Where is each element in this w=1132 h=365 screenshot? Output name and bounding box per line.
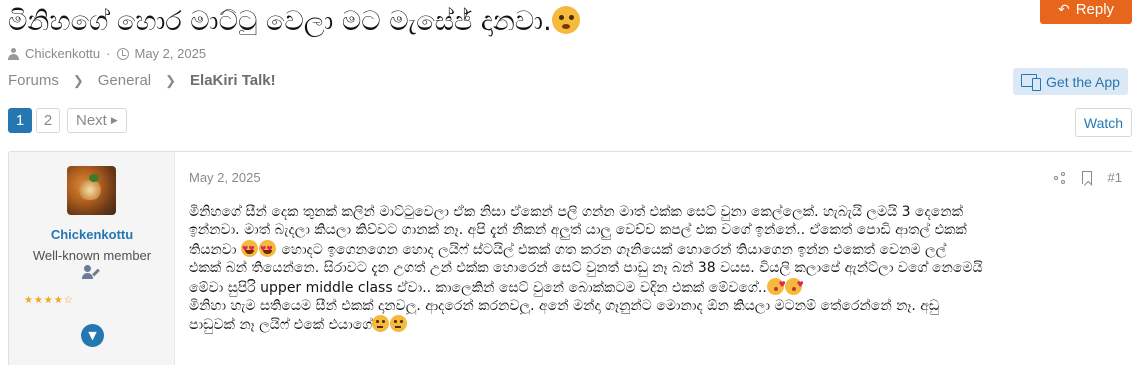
reply-icon: ↶ <box>1057 0 1070 17</box>
page-1-button[interactable]: 1 <box>8 108 32 133</box>
thread-title: මිනිහගේ හොර මාට්ටු වෙලා මට මැසේජ් දානවා. <box>8 2 580 42</box>
thread-author[interactable]: Chickenkottu <box>25 46 100 61</box>
thinking-emoji-icon <box>390 315 408 333</box>
pagination: 1 2 Next ▶ <box>8 108 127 133</box>
watch-button[interactable]: Watch <box>1075 108 1132 137</box>
post-username[interactable]: Chickenkottu <box>9 227 175 242</box>
devices-icon <box>1021 73 1042 91</box>
post-body: මිනිහගේ සීන් දෙක තුනක් කලින් මාට්ටුවෙලා … <box>189 204 1124 335</box>
thread-title-text: මිනිහගේ හොර මාට්ටු වෙලා මට මැසේජ් දානවා. <box>8 6 552 37</box>
breadcrumb: Forums ❯ General ❯ ElaKiri Talk! <box>8 72 276 89</box>
post-body-text: පාඩුවක් නෑ ලයිෆ් එකේ එයාගේ <box>189 317 373 334</box>
thinking-emoji-icon <box>372 315 390 333</box>
kiss-emoji-icon <box>766 277 786 295</box>
caret-right-icon: ▶ <box>110 115 118 125</box>
chevron-right-icon: ❯ <box>165 72 177 88</box>
post-body-text: හොදට ඉගෙනගෙන හොද ලයිෆ් ස්ටයිල් එකක් ගත ක… <box>281 241 947 258</box>
clock-icon <box>116 47 129 60</box>
get-app-button[interactable]: Get the App <box>1013 68 1128 95</box>
post-body-line: එකක් බන් තියෙන්නෙ. සිරාවට දැන උගත් උන් එ… <box>189 259 983 276</box>
post-number[interactable]: #1 <box>1108 170 1122 185</box>
expand-user-info-button[interactable]: ▼ <box>81 324 104 347</box>
avatar[interactable] <box>67 166 116 215</box>
meta-separator: · <box>106 46 111 61</box>
post-body-text: මේවා සුපිරි upper middle class ඒවා.. කාල… <box>189 279 767 296</box>
kiss-emoji-icon <box>784 277 804 295</box>
next-page-label: Next <box>76 112 107 129</box>
breadcrumb-general[interactable]: General <box>98 72 151 89</box>
get-app-label: Get the App <box>1046 73 1120 90</box>
page-2-button[interactable]: 2 <box>36 108 60 133</box>
post: Chickenkottu Well-known member ★★★★☆ ▼ M… <box>8 151 1132 365</box>
post-body-line-wrap: තියනවා හොදට ඉගෙනගෙන හොද ලයිෆ් ස්ටයිල් එක… <box>189 239 1124 260</box>
post-body-text: තියනවා <box>189 241 237 258</box>
post-body-line-wrap: පාඩුවක් නෑ ලයිෆ් එකේ එයාගේ <box>189 315 1124 335</box>
breadcrumb-elakiri-talk[interactable]: ElaKiri Talk! <box>190 72 276 89</box>
reply-button-label: Reply <box>1075 0 1115 18</box>
post-body-line-wrap: මේවා සුපිරි upper middle class ඒවා.. කාල… <box>189 277 1124 298</box>
bookmark-icon[interactable] <box>1081 171 1092 184</box>
chevron-down-icon: ▼ <box>88 329 97 342</box>
post-body-line: මිනිහගේ සීන් දෙක තුනක් කලින් මාට්ටුවෙලා … <box>189 204 964 220</box>
post-body-line: ඉන්නවා. මාත් බැදලා කියලා කිව්වට ගානක් නෑ… <box>189 221 967 238</box>
thread-date[interactable]: May 2, 2025 <box>135 46 207 61</box>
reply-button[interactable]: ↶ Reply <box>1040 0 1132 24</box>
user-title: Well-known member <box>32 248 152 263</box>
post-date[interactable]: May 2, 2025 <box>189 170 261 185</box>
user-rating-stars: ★★★★☆ <box>24 295 74 306</box>
thread-meta: Chickenkottu · May 2, 2025 <box>8 46 206 61</box>
chevron-right-icon: ❯ <box>72 72 84 88</box>
heart-eyes-emoji-icon <box>258 239 276 259</box>
share-icon[interactable] <box>1053 171 1066 184</box>
post-user-panel: Chickenkottu Well-known member ★★★★☆ ▼ <box>9 152 175 365</box>
user-edit-icon <box>82 265 100 281</box>
heart-eyes-emoji-icon <box>240 239 258 259</box>
breadcrumb-forums[interactable]: Forums <box>8 72 59 89</box>
user-icon <box>8 47 19 60</box>
next-page-button[interactable]: Next ▶ <box>67 108 127 133</box>
post-actions: #1 <box>1053 170 1122 185</box>
flushed-face-emoji-icon <box>551 6 580 34</box>
post-body-line: මිනිහා හැම සතියෙම සීන් එකක් දානවලු. ආදරෙ… <box>189 297 940 314</box>
